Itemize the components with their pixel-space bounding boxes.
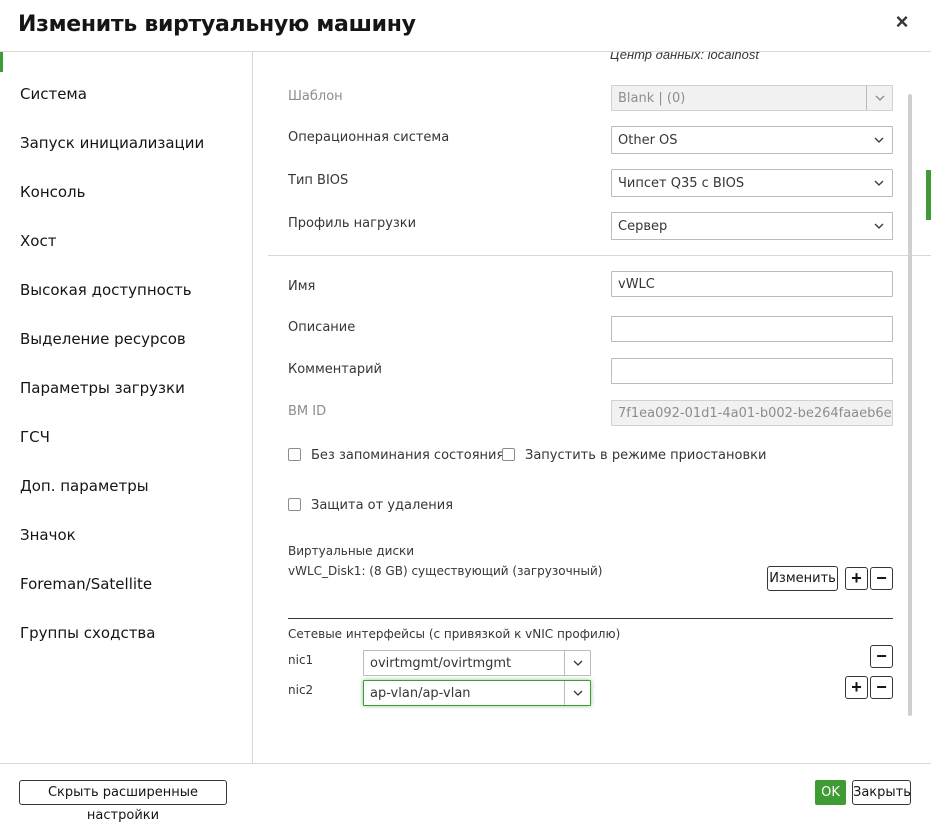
sidebar-item-affinity-groups[interactable]: Группы сходства [20, 624, 155, 642]
sidebar-item-boot-options[interactable]: Параметры загрузки [20, 379, 185, 397]
chevron-down-icon [866, 214, 892, 238]
sidebar-item-resource-allocation[interactable]: Выделение ресурсов [20, 330, 186, 348]
stateless-row: Без запоминания состояния [288, 448, 504, 463]
edit-disk-button[interactable]: Изменить [767, 566, 838, 591]
close-button[interactable]: Закрыть [852, 780, 911, 805]
vm-id-label: ВМ ID [288, 404, 327, 419]
bios-value: Чипсет Q35 с BIOS [618, 176, 745, 191]
nic2-label: nic2 [288, 683, 314, 697]
description-label: Описание [288, 320, 356, 335]
section-divider [268, 255, 931, 256]
content-scrollbar[interactable] [908, 94, 912, 716]
vm-id-input: 7f1ea092-01d1-4a01-b002-be264faaeb6e [611, 400, 893, 426]
remove-nic1-button[interactable]: − [870, 645, 893, 668]
start-paused-checkbox[interactable] [502, 448, 515, 461]
nic2-profile-value: ap-vlan/ap-vlan [370, 686, 471, 701]
start-paused-label: Запустить в режиме приостановки [525, 448, 767, 463]
datacenter-label: Центр данных: localhost [610, 52, 759, 62]
sidebar-item-high-availability[interactable]: Высокая доступность [20, 281, 192, 299]
profile-select[interactable]: Сервер [611, 212, 893, 240]
sidebar-item-console[interactable]: Консоль [20, 183, 86, 201]
ok-button[interactable]: OK [815, 780, 846, 805]
template-select: Blank | (0) [611, 85, 893, 111]
nic1-label: nic1 [288, 653, 314, 667]
sidebar-item-initial-run[interactable]: Запуск инициализации [20, 134, 204, 152]
bios-label: Тип BIOS [288, 173, 349, 188]
template-value: Blank | (0) [618, 91, 686, 106]
sidebar-item-rng[interactable]: ГСЧ [20, 428, 50, 446]
sidebar-item-custom-properties[interactable]: Доп. параметры [20, 477, 149, 495]
dialog-footer: Скрыть расширенные настройки OK Закрыть [0, 763, 931, 823]
start-paused-row: Запустить в режиме приостановки [502, 448, 766, 463]
profile-value: Сервер [618, 219, 668, 234]
os-value: Other OS [618, 133, 678, 148]
stateless-checkbox[interactable] [288, 448, 301, 461]
nic2-profile-select[interactable]: ap-vlan/ap-vlan [363, 680, 591, 706]
background-edge [926, 170, 931, 220]
template-label: Шаблон [288, 89, 343, 104]
add-disk-button[interactable]: + [845, 567, 868, 590]
network-divider [288, 618, 893, 619]
profile-label: Профиль нагрузки [288, 216, 417, 231]
sidebar-item-icon[interactable]: Значок [20, 526, 76, 544]
delete-protection-row: Защита от удаления [288, 498, 453, 513]
chevron-down-icon [564, 681, 590, 705]
disk-entry: vWLC_Disk1: (8 GB) существующий (загрузо… [288, 564, 603, 578]
os-label: Операционная система [288, 130, 450, 145]
nic1-profile-select[interactable]: ovirtmgmt/ovirtmgmt [363, 650, 591, 676]
name-label: Имя [288, 279, 316, 294]
chevron-down-icon [866, 171, 892, 195]
sidebar-active-marker [0, 52, 3, 72]
chevron-down-icon [866, 86, 892, 110]
delete-protection-checkbox[interactable] [288, 498, 301, 511]
name-input[interactable]: vWLC [611, 271, 893, 297]
chevron-down-icon [564, 651, 590, 675]
dialog-header: Изменить виртуальную машину × [0, 0, 931, 52]
remove-disk-button[interactable]: − [870, 567, 893, 590]
dialog-title: Изменить виртуальную машину [18, 12, 416, 37]
hide-advanced-button[interactable]: Скрыть расширенные настройки [19, 780, 227, 823]
nic1-profile-value: ovirtmgmt/ovirtmgmt [370, 656, 512, 671]
description-input[interactable] [611, 316, 893, 342]
sidebar: Система Запуск инициализации Консоль Хос… [0, 52, 253, 763]
comment-input[interactable] [611, 358, 893, 384]
remove-nic2-button[interactable]: − [870, 676, 893, 699]
add-nic-button[interactable]: + [845, 676, 868, 699]
network-title: Сетевые интерфейсы (с привязкой к vNIC п… [288, 627, 621, 641]
chevron-down-icon [866, 128, 892, 152]
sidebar-item-host[interactable]: Хост [20, 232, 56, 250]
sidebar-item-foreman-satellite[interactable]: Foreman/Satellite [20, 575, 152, 593]
os-select[interactable]: Other OS [611, 126, 893, 154]
sidebar-item-system[interactable]: Система [20, 85, 87, 103]
comment-label: Комментарий [288, 362, 382, 377]
delete-protection-label: Защита от удаления [311, 498, 454, 513]
disks-title: Виртуальные диски [288, 544, 415, 558]
general-panel: Центр данных: localhost Шаблон Blank | (… [254, 52, 931, 763]
stateless-label: Без запоминания состояния [311, 448, 505, 463]
bios-select[interactable]: Чипсет Q35 с BIOS [611, 169, 893, 197]
close-icon[interactable]: × [891, 11, 913, 34]
